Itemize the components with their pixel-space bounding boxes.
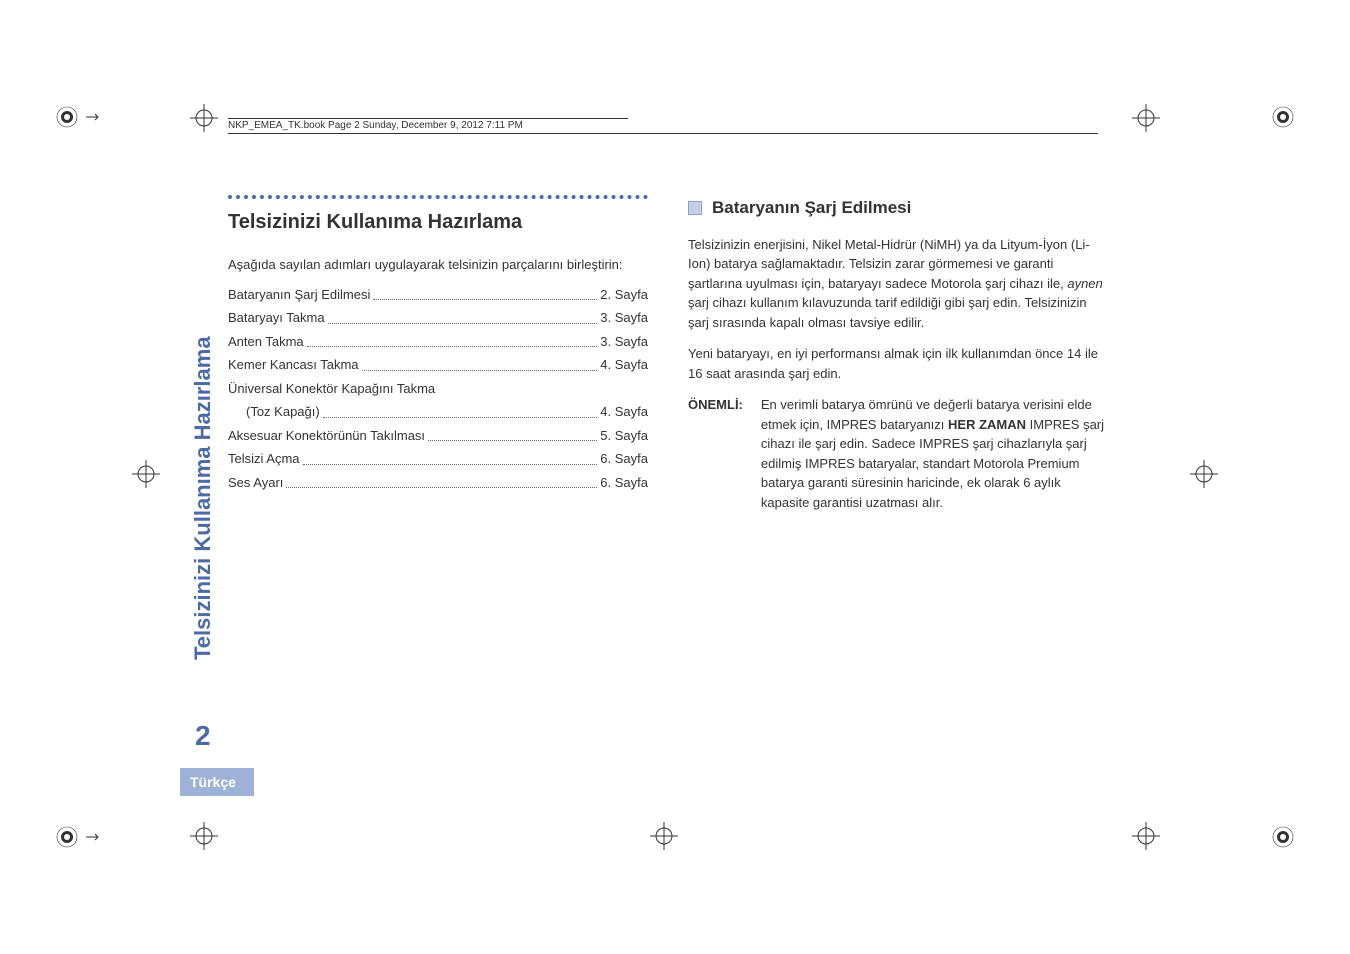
paragraph: Telsizinizin enerjisini, Nikel Metal-Hid…	[688, 235, 1108, 333]
right-column: Bataryanın Şarj Edilmesi Telsizinizin en…	[688, 195, 1108, 512]
crosshair-icon	[1132, 822, 1160, 850]
toc-title: Telsizi Açma	[228, 449, 300, 469]
square-icon	[688, 201, 702, 215]
toc-item: Bataryayı Takma 3. Sayfa	[228, 308, 648, 328]
toc-page: 2. Sayfa	[600, 285, 648, 305]
intro-text: Aşağıda sayılan adımları uygulayarak tel…	[228, 255, 648, 275]
crosshair-icon	[650, 822, 678, 850]
toc-item: Bataryanın Şarj Edilmesi 2. Sayfa	[228, 285, 648, 305]
toc-title: Üniversal Konektör Kapağını Takma	[228, 379, 435, 399]
arrow-icon	[84, 829, 100, 845]
toc-title: (Toz Kapağı)	[246, 402, 320, 422]
crosshair-icon	[132, 460, 160, 488]
toc-item: Telsizi Açma 6. Sayfa	[228, 449, 648, 469]
book-header: NKP_EMEA_TK.book Page 2 Sunday, December…	[228, 118, 628, 131]
toc-item: Ses Ayarı 6. Sayfa	[228, 473, 648, 493]
paragraph: Yeni bataryayı, en iyi performansı almak…	[688, 344, 1108, 383]
page-number: 2	[195, 720, 211, 752]
toc-page: 6. Sayfa	[600, 449, 648, 469]
note-body: En verimli batarya ömrünü ve değerli bat…	[761, 395, 1108, 512]
toc-leader	[362, 355, 598, 371]
left-column: Telsizinizi Kullanıma Hazırlama Aşağıda …	[228, 195, 648, 512]
header-rule	[228, 133, 1098, 134]
toc-title: Bataryayı Takma	[228, 308, 325, 328]
toc-list: Bataryanın Şarj Edilmesi 2. Sayfa Bataryay…	[228, 285, 648, 493]
toc-page: 3. Sayfa	[600, 308, 648, 328]
toc-page: 5. Sayfa	[600, 426, 648, 446]
toc-item: Anten Takma 3. Sayfa	[228, 332, 648, 352]
toc-item: Kemer Kancası Takma 4. Sayfa	[228, 355, 648, 375]
arrow-icon	[84, 109, 100, 125]
toc-leader	[307, 332, 598, 348]
toc-page: 4. Sayfa	[600, 355, 648, 375]
page-content: Telsizinizi Kullanıma Hazırlama Aşağıda …	[228, 195, 1108, 512]
crosshair-icon	[190, 822, 218, 850]
toc-leader	[428, 426, 597, 442]
crosshair-icon	[190, 104, 218, 132]
registration-mark	[55, 825, 79, 849]
crosshair-icon	[1132, 104, 1160, 132]
toc-leader	[328, 308, 598, 324]
toc-title: Kemer Kancası Takma	[228, 355, 359, 375]
toc-item: Üniversal Konektör Kapağını Takma	[228, 379, 648, 399]
toc-leader	[373, 285, 597, 301]
language-box: Türkçe	[180, 768, 254, 796]
note-label: ÖNEMLİ:	[688, 395, 743, 512]
text: Telsizinizin enerjisini, Nikel Metal-Hid…	[688, 237, 1090, 291]
toc-page: 6. Sayfa	[600, 473, 648, 493]
toc-title: Aksesuar Konektörünün Takılması	[228, 426, 425, 446]
bold-text: HER ZAMAN	[948, 417, 1026, 432]
emphasis: aynen	[1067, 276, 1102, 291]
text: şarj cihazı kullanım kılavuzunda tarif e…	[688, 295, 1087, 330]
toc-item: Aksesuar Konektörünün Takılması 5. Sayfa	[228, 426, 648, 446]
main-heading: Telsizinizi Kullanıma Hazırlama	[228, 195, 648, 237]
registration-mark	[1271, 105, 1295, 129]
toc-title: Ses Ayarı	[228, 473, 283, 493]
registration-mark	[1271, 825, 1295, 849]
toc-leader	[323, 402, 598, 418]
sub-heading: Bataryanın Şarj Edilmesi	[688, 195, 1108, 221]
toc-title: Anten Takma	[228, 332, 304, 352]
toc-leader	[303, 449, 598, 465]
important-note: ÖNEMLİ: En verimli batarya ömrünü ve değ…	[688, 395, 1108, 512]
registration-mark	[55, 105, 79, 129]
toc-title: Bataryanın Şarj Edilmesi	[228, 285, 370, 305]
sidebar-title: Telsizinizi Kullanıma Hazırlama	[190, 336, 216, 660]
toc-page: 4. Sayfa	[600, 402, 648, 422]
toc-page: 3. Sayfa	[600, 332, 648, 352]
toc-item: (Toz Kapağı) 4. Sayfa	[228, 402, 648, 422]
toc-leader	[286, 473, 597, 489]
sub-heading-text: Bataryanın Şarj Edilmesi	[712, 195, 911, 221]
crosshair-icon	[1190, 460, 1218, 488]
